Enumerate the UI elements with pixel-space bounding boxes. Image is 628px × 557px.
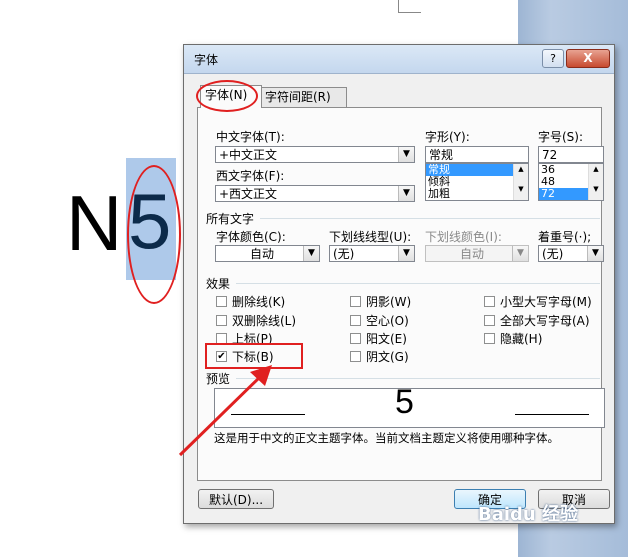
style-list[interactable]: 常规 倾斜 加粗 ▲ ▼ — [425, 163, 529, 201]
preview-baseline-right — [515, 414, 589, 415]
double-strikethrough-checkbox[interactable] — [216, 315, 227, 326]
effects-heading: 效果 — [206, 277, 231, 291]
double-strikethrough-label[interactable]: 双删除线(L) — [232, 312, 296, 329]
emphasis-combo[interactable]: (无) ▼ — [538, 245, 604, 262]
style-label: 字形(Y): — [425, 130, 470, 144]
emphasis-label: 着重号(·); — [538, 230, 592, 244]
divider — [236, 283, 600, 284]
underline-color-label: 下划线颜色(I): — [425, 230, 502, 244]
all-text-heading: 所有文字 — [206, 212, 255, 226]
small-caps-checkbox[interactable] — [484, 296, 495, 307]
watermark: Baidu 经验 — [478, 504, 579, 525]
help-button[interactable]: ? — [542, 49, 564, 68]
document-char-n: N — [66, 179, 123, 267]
default-button[interactable]: 默认(D)... — [198, 489, 274, 509]
size-label: 字号(S): — [538, 130, 584, 144]
all-caps-label[interactable]: 全部大写字母(A) — [500, 312, 590, 329]
preview-note: 这是用于中文的正文主题字体。当前文档主题定义将使用哪种字体。 — [214, 431, 559, 445]
underline-style-combo[interactable]: (无) ▼ — [329, 245, 415, 262]
emboss-label[interactable]: 阳文(E) — [366, 330, 407, 347]
style-input[interactable]: 常规 — [425, 146, 529, 163]
strikethrough-label[interactable]: 删除线(K) — [232, 293, 285, 310]
hidden-checkbox[interactable] — [484, 333, 495, 344]
chevron-down-icon[interactable]: ▼ — [398, 186, 414, 201]
scrollbar[interactable]: ▲ ▼ — [588, 164, 603, 200]
font-color-label: 字体颜色(C): — [216, 230, 286, 244]
preview-box: 5 — [214, 388, 605, 428]
outline-checkbox[interactable] — [350, 315, 361, 326]
emphasis-value: (无) — [542, 247, 564, 261]
cn-font-combo[interactable]: +中文正文 ▼ — [215, 146, 415, 163]
west-font-label: 西文字体(F): — [216, 169, 285, 183]
title-bar[interactable]: 字体 ? X — [184, 45, 614, 74]
shadow-checkbox[interactable] — [350, 296, 361, 307]
divider — [260, 218, 600, 219]
engrave-checkbox[interactable] — [350, 351, 361, 362]
annotation-ellipse — [127, 165, 181, 304]
preview-heading: 预览 — [206, 372, 231, 386]
west-font-value: +西文正文 — [219, 187, 278, 201]
strikethrough-checkbox[interactable] — [216, 296, 227, 307]
chevron-down-icon[interactable]: ▼ — [398, 246, 414, 261]
annotation-box-subscript — [205, 343, 303, 369]
preview-sample: 5 — [395, 388, 414, 421]
cn-font-label: 中文字体(T): — [216, 130, 285, 144]
annotation-ellipse-tab — [196, 80, 258, 112]
divider — [236, 378, 600, 379]
emboss-checkbox[interactable] — [350, 333, 361, 344]
engrave-label[interactable]: 阴文(G) — [366, 348, 409, 365]
font-color-value: 自动 — [249, 247, 274, 261]
chevron-down-icon[interactable]: ▼ — [303, 246, 319, 261]
chevron-down-icon[interactable]: ▼ — [398, 147, 414, 162]
all-caps-checkbox[interactable] — [484, 315, 495, 326]
underline-style-value: (无) — [333, 247, 355, 261]
chevron-down-icon[interactable]: ▼ — [587, 246, 603, 261]
underline-style-label: 下划线线型(U): — [329, 230, 412, 244]
west-font-combo[interactable]: +西文正文 ▼ — [215, 185, 415, 202]
size-list[interactable]: 36 48 72 ▲ ▼ — [538, 163, 604, 201]
small-caps-label[interactable]: 小型大写字母(M) — [500, 293, 592, 310]
chevron-down-icon: ▼ — [512, 246, 528, 261]
outline-label[interactable]: 空心(O) — [366, 312, 409, 329]
size-input[interactable]: 72 — [538, 146, 604, 163]
dialog-title: 字体 — [194, 53, 219, 67]
preview-baseline-left — [231, 414, 305, 415]
scrollbar[interactable]: ▲ ▼ — [513, 164, 528, 200]
underline-color-value: 自动 — [459, 247, 484, 261]
font-dialog: 字体 ? X 字体(N) 字符间距(R) 中文字体(T): +中文正文 ▼ 西文… — [183, 44, 615, 524]
page-corner-mark — [398, 0, 421, 13]
font-color-combo[interactable]: 自动 ▼ — [215, 245, 320, 262]
underline-color-combo: 自动 ▼ — [425, 245, 529, 262]
shadow-label[interactable]: 阴影(W) — [366, 293, 411, 310]
cn-font-value: +中文正文 — [219, 148, 278, 162]
close-button[interactable]: X — [566, 49, 610, 68]
hidden-label[interactable]: 隐藏(H) — [500, 330, 542, 347]
tab-character-spacing[interactable]: 字符间距(R) — [260, 87, 347, 107]
